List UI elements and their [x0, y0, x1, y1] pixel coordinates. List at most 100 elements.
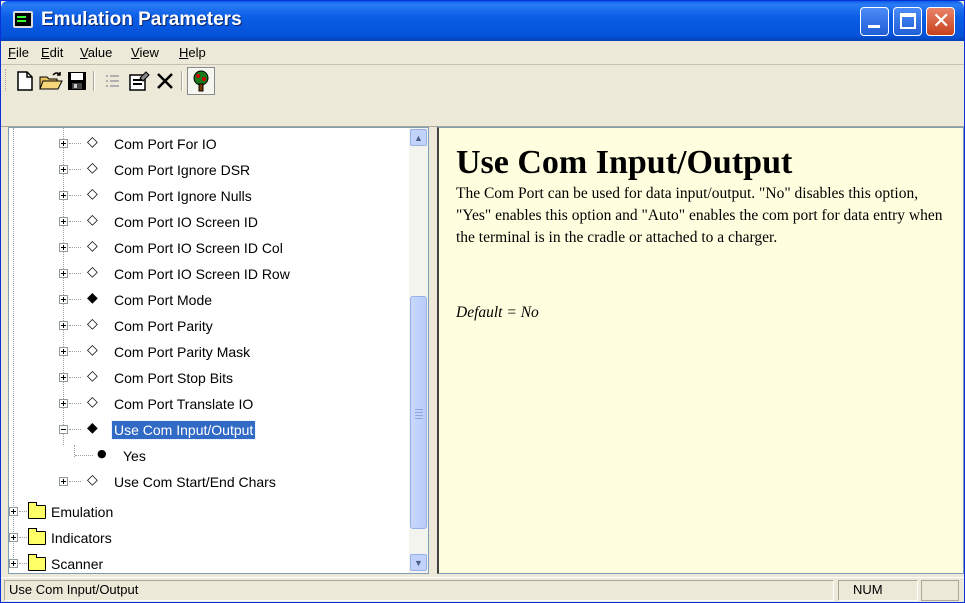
tree-vertical-scrollbar[interactable]: ▲ ▼: [409, 128, 428, 573]
menu-edit-label: dit: [49, 45, 64, 60]
toolbar-grip[interactable]: [5, 69, 8, 91]
expand-icon[interactable]: [59, 217, 68, 226]
folder-icon: [28, 554, 46, 571]
parameter-marker-icon: ◇: [87, 342, 98, 358]
tree-item-label: Com Port Stop Bits: [114, 370, 234, 386]
delete-icon[interactable]: [153, 69, 177, 93]
collapse-icon[interactable]: [59, 425, 68, 434]
expand-icon[interactable]: [59, 165, 68, 174]
tree-connector: [19, 563, 27, 564]
menu-help-accel: H: [179, 45, 189, 60]
chevron-down-icon: ▼: [414, 557, 423, 568]
title-bar[interactable]: Emulation Parameters ✕: [1, 1, 964, 41]
chevron-up-icon: ▲: [414, 132, 423, 143]
value-bullet-icon: ●: [97, 447, 107, 460]
resize-grip[interactable]: [921, 580, 959, 601]
window-title: Emulation Parameters: [41, 9, 242, 30]
help-description: The Com Port can be used for data input/…: [456, 185, 943, 246]
parameter-marker-icon: ◇: [87, 394, 98, 410]
expand-icon[interactable]: [9, 559, 18, 568]
menu-edit[interactable]: Edit: [41, 45, 63, 60]
menu-help-label: elp: [188, 45, 206, 60]
list-icon[interactable]: [101, 69, 125, 93]
maximize-button[interactable]: [893, 7, 922, 36]
tree-connector: [69, 169, 81, 170]
tree-item-label: Com Port Parity Mask: [114, 344, 251, 360]
parameter-marker-icon: ◇: [87, 212, 98, 228]
tree-connector: [69, 299, 81, 300]
expand-icon[interactable]: [59, 477, 68, 486]
folder-icon: [28, 528, 46, 545]
help-title: Use Com Input/Output: [456, 144, 793, 181]
parameter-marker-icon: ◇: [87, 160, 98, 176]
minimize-icon: [868, 25, 880, 28]
tree-icon[interactable]: [187, 67, 215, 95]
new-document-icon[interactable]: [13, 69, 37, 93]
toolbar: [1, 65, 964, 127]
scroll-down-button[interactable]: ▼: [410, 554, 427, 571]
tree-item-label: Yes: [123, 448, 146, 464]
toolbar-separator-2: [181, 71, 183, 91]
save-icon[interactable]: [65, 69, 89, 93]
scroll-grip-line: [415, 412, 423, 413]
tree-connector: [69, 325, 81, 326]
toolbar-separator: [93, 71, 95, 91]
scroll-up-button[interactable]: ▲: [410, 129, 427, 146]
tree-item-label: Com Port Ignore DSR: [114, 162, 251, 178]
tree-item-label-selected: Use Com Input/Output: [110, 420, 257, 440]
menu-file[interactable]: File: [8, 45, 29, 60]
tree-item-label: Use Com Start/End Chars: [114, 474, 276, 490]
menu-value-label: alue: [87, 45, 113, 60]
minimize-button[interactable]: [860, 7, 889, 36]
tree-connector: [69, 221, 81, 222]
expand-icon[interactable]: [59, 243, 68, 252]
parameter-marker-icon: ◇: [87, 238, 98, 254]
num-lock-indicator: NUM: [838, 580, 918, 601]
parameter-marker-icon: ◇: [87, 316, 98, 332]
parameter-tree[interactable]: ◇ Com Port For IO ◇ Com Port Ignore DSR …: [8, 127, 429, 574]
parameter-marker-icon: ◇: [87, 368, 98, 384]
tree-guide-line: [63, 128, 64, 445]
menu-view[interactable]: View: [131, 45, 159, 60]
status-text: Use Com Input/Output: [4, 580, 834, 601]
tree-item-label: Com Port Mode: [114, 292, 213, 308]
parameter-marker-icon: ◆: [87, 420, 98, 436]
tree-folder-label: Indicators: [51, 530, 112, 546]
parameter-marker-icon: ◇: [87, 186, 98, 202]
tree-guide-line-root: [13, 128, 14, 568]
tree-item-label: Com Port Translate IO: [114, 396, 254, 412]
tree-connector: [69, 429, 81, 430]
tree-connector: [69, 377, 81, 378]
tree-connector: [69, 273, 81, 274]
scroll-thumb[interactable]: [410, 296, 427, 529]
tree-item-label: Com Port IO Screen ID Row: [114, 266, 290, 282]
folder-icon: [28, 502, 46, 519]
status-bar: Use Com Input/Output NUM: [1, 577, 964, 602]
menu-value[interactable]: Value: [80, 45, 112, 60]
tree-folder-label: Emulation: [51, 504, 114, 520]
expand-icon[interactable]: [59, 321, 68, 330]
expand-icon[interactable]: [59, 191, 68, 200]
emulation-parameters-window: Emulation Parameters ✕ File Edit Value V…: [0, 0, 965, 603]
tree-folder-label: Scanner: [51, 556, 104, 572]
expand-icon[interactable]: [59, 399, 68, 408]
expand-icon[interactable]: [59, 269, 68, 278]
close-button[interactable]: ✕: [926, 7, 955, 36]
expand-icon[interactable]: [9, 533, 18, 542]
scroll-grip-line: [415, 409, 423, 410]
expand-icon[interactable]: [59, 347, 68, 356]
expand-icon[interactable]: [59, 139, 68, 148]
help-default-value: Default = No: [456, 304, 539, 321]
expand-icon[interactable]: [59, 373, 68, 382]
expand-icon[interactable]: [59, 295, 68, 304]
open-folder-icon[interactable]: [39, 69, 63, 93]
parameter-marker-icon: ◇: [87, 264, 98, 280]
expand-icon[interactable]: [9, 507, 18, 516]
menu-help[interactable]: Help: [179, 45, 206, 60]
tree-connector: [69, 351, 81, 352]
tree-item-label: Com Port IO Screen ID Col: [114, 240, 283, 256]
menu-file-label: ile: [15, 45, 29, 60]
menu-edit-accel: E: [41, 45, 50, 60]
properties-icon[interactable]: [127, 69, 151, 93]
parameter-marker-icon: ◇: [87, 134, 98, 150]
